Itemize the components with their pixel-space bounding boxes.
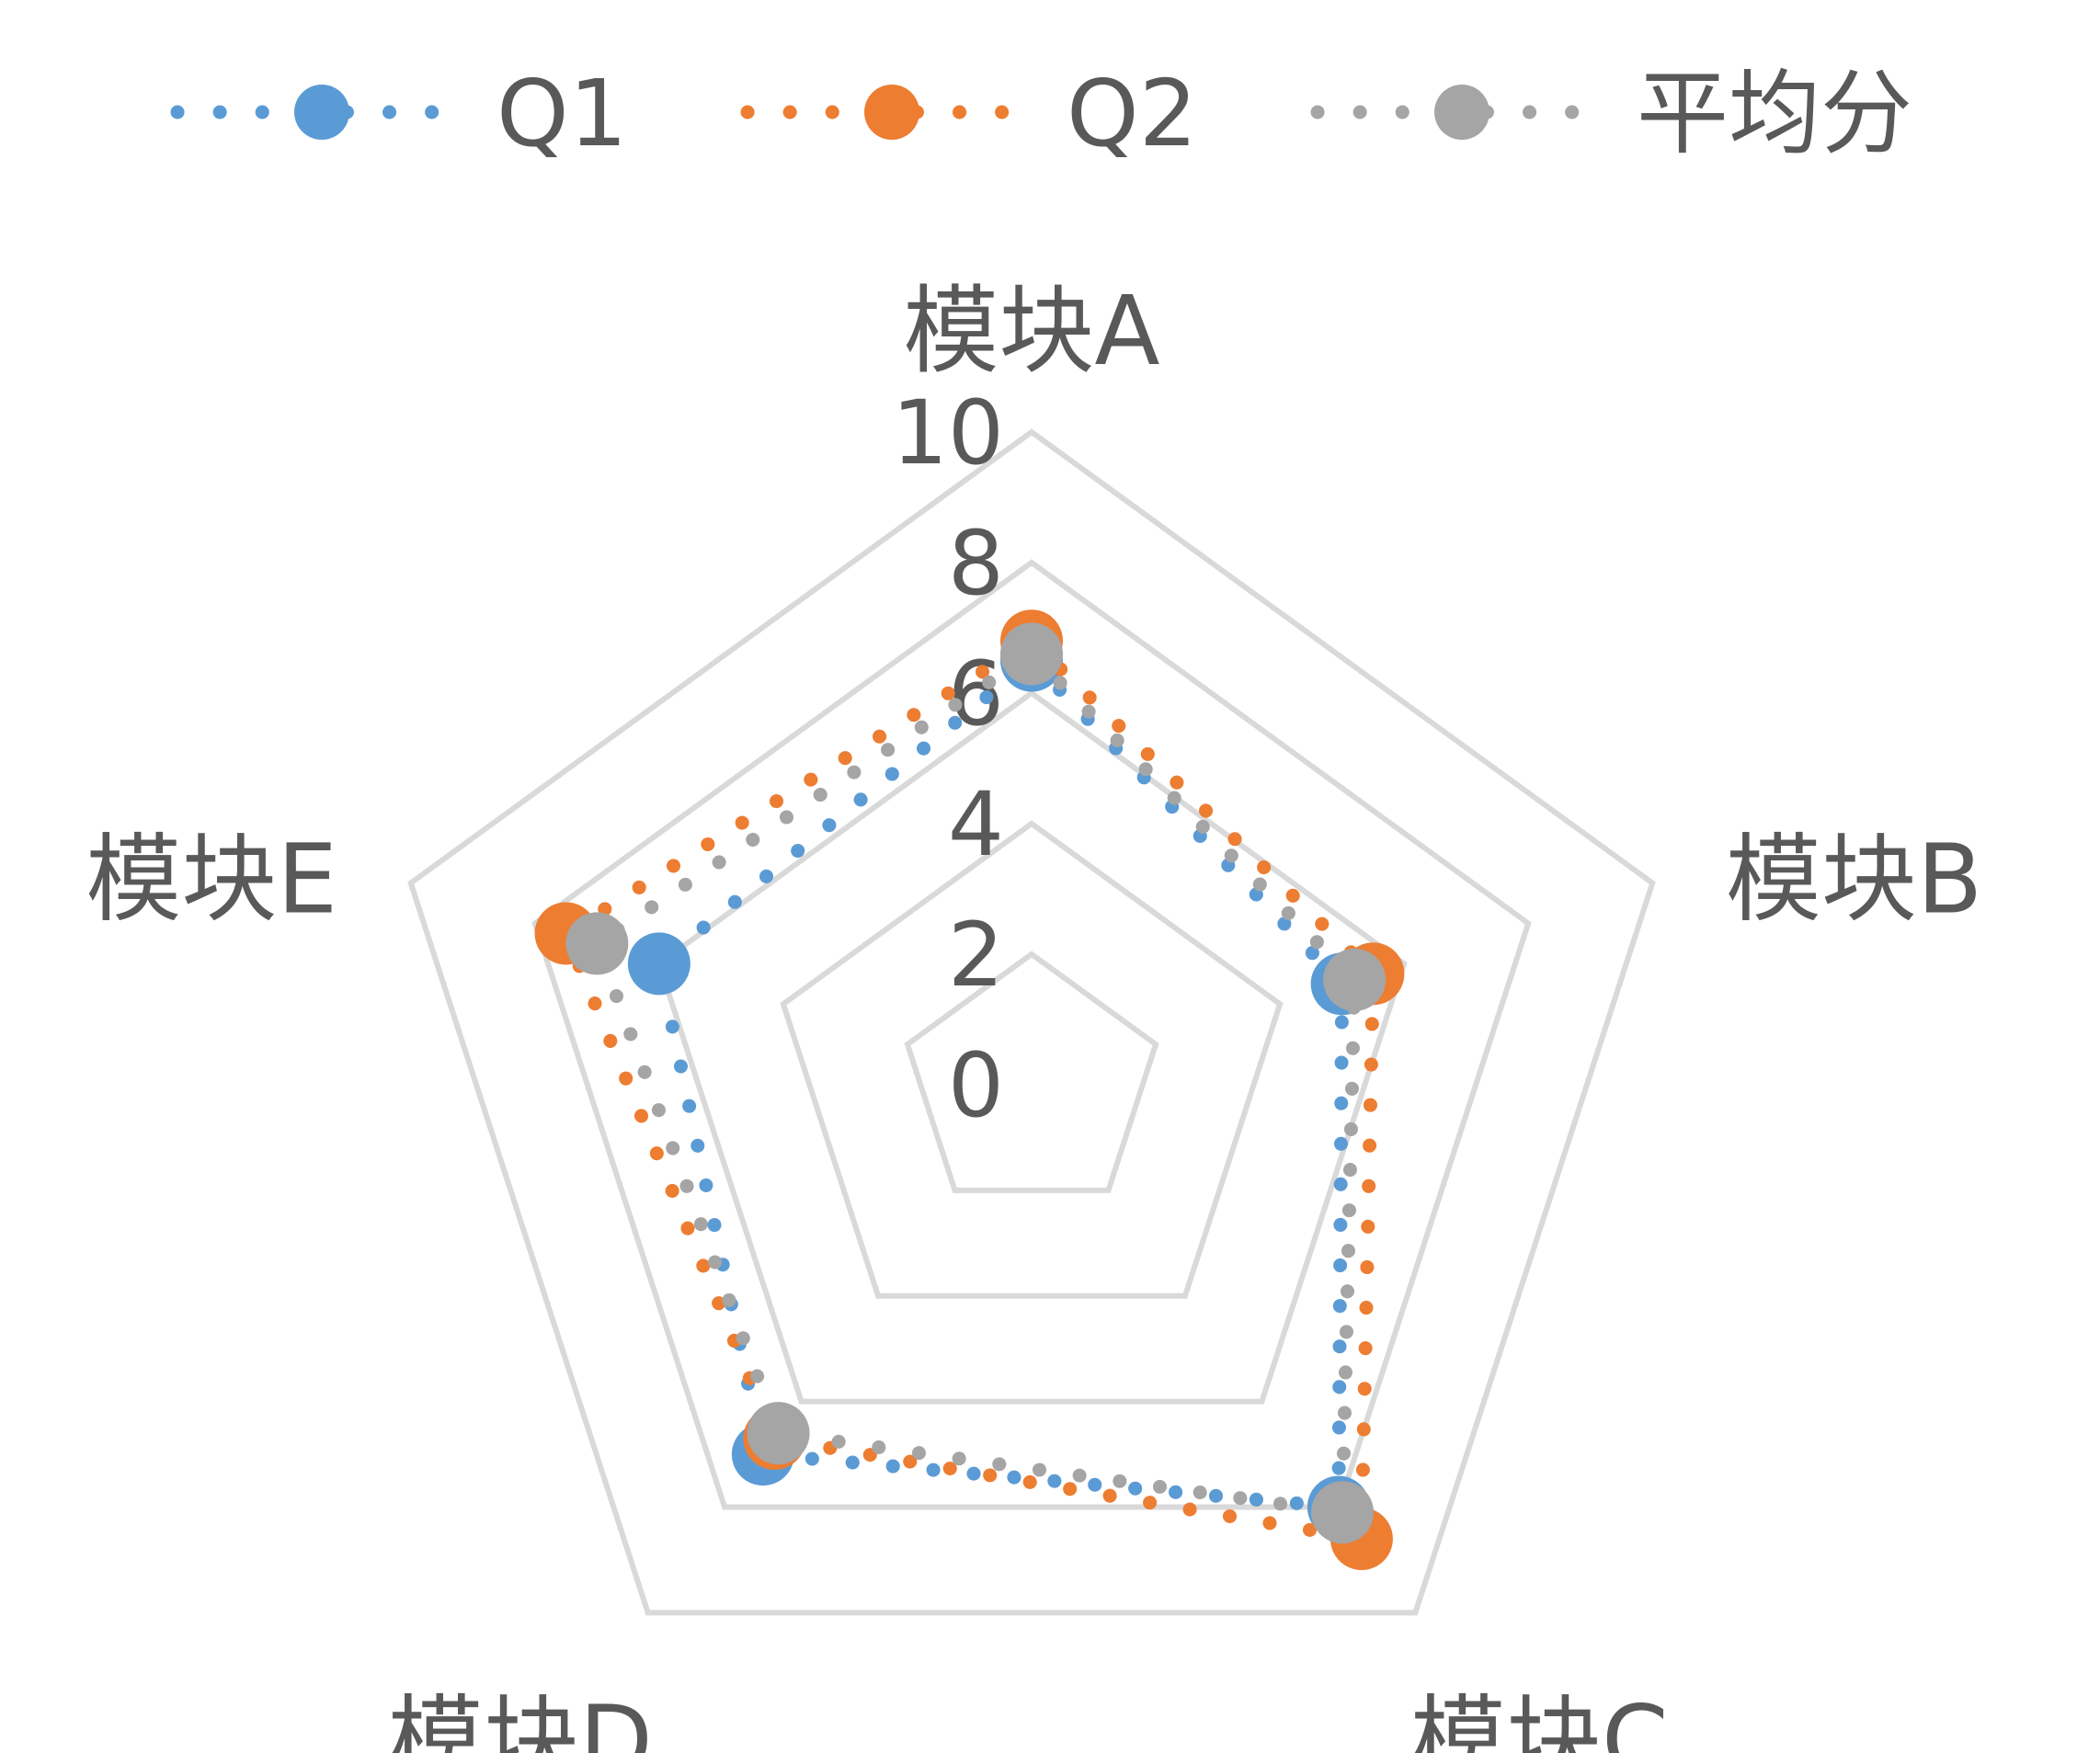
category-label-1: 模块A — [903, 275, 1159, 387]
legend-marker-3 — [1434, 85, 1489, 140]
legend-item-3: 平均分 — [1310, 60, 1912, 167]
data-point-s3-3 — [1311, 1481, 1375, 1544]
tick-label-8: 8 — [948, 512, 1004, 615]
category-label-2: 模块B — [1726, 824, 1982, 936]
tick-label-0: 0 — [948, 1034, 1004, 1137]
category-label-5: 模块E — [86, 824, 337, 936]
data-point-s3-5 — [565, 912, 629, 975]
legend-label-2: Q2 — [1067, 60, 1197, 167]
tick-label-10: 10 — [892, 381, 1004, 484]
tick-label-2: 2 — [948, 904, 1004, 1007]
data-point-s3-4 — [747, 1402, 810, 1465]
legend-item-2: Q2 — [740, 60, 1197, 167]
grid-ring-4 — [780, 820, 1284, 1299]
data-point-s3-1 — [1000, 622, 1063, 686]
grid-ring-10 — [407, 428, 1656, 1616]
legend-label-1: Q1 — [496, 60, 627, 167]
category-label-3: 模块C — [1410, 1684, 1669, 1753]
radar-chart: Q1 Q2 平均分 0 2 4 6 8 10 模块A 模块B 模块C 模块D 模块E — [0, 0, 2100, 1753]
legend-marker-2 — [864, 85, 919, 140]
legend-label-3: 平均分 — [1637, 60, 1912, 167]
category-labels: 模块A 模块B 模块C 模块D 模块E — [86, 275, 1982, 1753]
category-label-4: 模块D — [388, 1684, 653, 1753]
legend-item-1: Q1 — [170, 60, 627, 167]
legend: Q1 Q2 平均分 — [170, 60, 1912, 167]
radar-chart-svg: Q1 Q2 平均分 0 2 4 6 8 10 模块A 模块B 模块C 模块D 模块E — [86, 60, 1982, 1753]
grid-ring-2 — [904, 950, 1159, 1193]
data-point-s1-5 — [627, 932, 690, 996]
data-point-s3-2 — [1323, 948, 1387, 1011]
legend-marker-1 — [294, 85, 349, 140]
radar-grid — [407, 428, 1656, 1616]
tick-label-6: 6 — [948, 643, 1004, 746]
tick-label-4: 4 — [948, 773, 1004, 876]
